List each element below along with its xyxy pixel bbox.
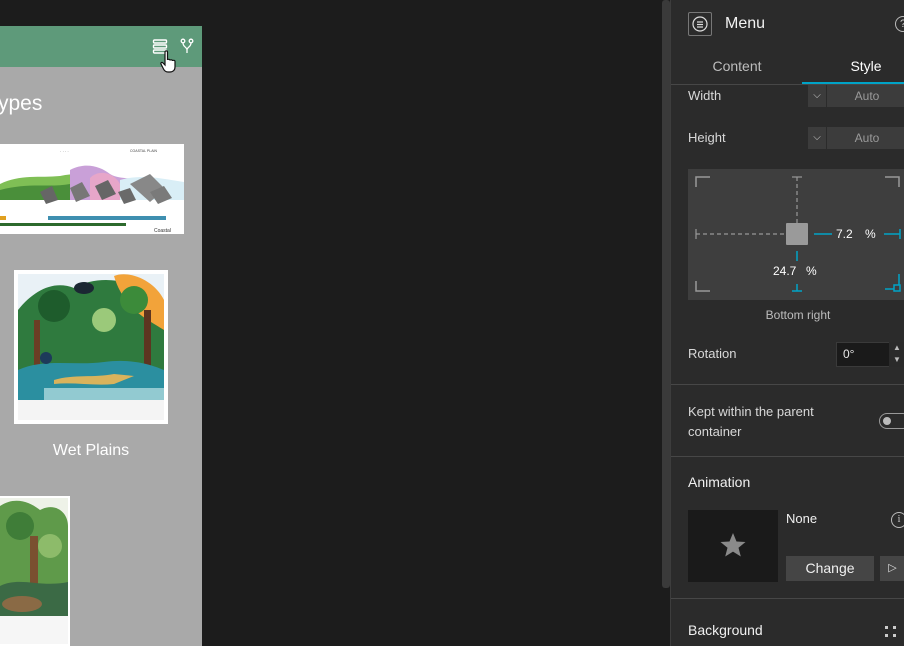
star-icon: [720, 533, 746, 557]
canvas-scrollbar[interactable]: [662, 0, 670, 588]
coastal-plain-image: · · · · Coastal COASTAL PLAIN: [0, 144, 184, 234]
kept-within-toggle[interactable]: [879, 413, 904, 429]
rotation-label: Rotation: [688, 346, 737, 361]
settings-panel: Menu ? Content Style Width ⌵ Auto Height…: [670, 0, 904, 646]
preview-section-title: ypes: [0, 92, 43, 115]
background-heading: Background: [688, 622, 763, 638]
width-label: Width: [688, 88, 722, 103]
coastal-plain-tag-text: COASTAL PLAIN: [130, 149, 158, 153]
rotation-stepper[interactable]: ▲ ▼: [889, 342, 904, 367]
animation-preview[interactable]: [688, 510, 778, 582]
coastal-tag-text: Coastal: [154, 228, 171, 234]
kept-within-label: Kept within the parent container: [688, 402, 814, 442]
animation-heading: Animation: [688, 474, 751, 490]
position-anchor-grid[interactable]: 7.2 % 24.7 %: [688, 169, 904, 300]
right-offset-value[interactable]: 7.2: [836, 227, 853, 241]
wet-plains-image: [14, 270, 168, 424]
canvas-preview: ypes · · · · Coastal COASTAL PLAIN Wet P…: [0, 26, 202, 646]
height-unit-dropdown[interactable]: ⌵: [808, 127, 826, 149]
tab-style[interactable]: Style: [801, 58, 904, 74]
change-animation-button[interactable]: Change: [786, 556, 874, 581]
stepper-down-icon[interactable]: ▼: [889, 354, 904, 366]
forest-image: [0, 496, 70, 646]
share-fork-icon[interactable]: [180, 38, 194, 59]
bottom-offset-value[interactable]: 24.7: [773, 264, 796, 278]
animation-value: None: [786, 511, 818, 526]
divider: [671, 384, 904, 385]
menu-widget-icon: [688, 12, 712, 36]
right-offset-unit[interactable]: %: [865, 227, 876, 241]
wet-plains-caption: Wet Plains: [52, 442, 130, 459]
anchor-label: Bottom right: [765, 308, 831, 322]
bottom-offset-unit[interactable]: %: [806, 264, 817, 278]
divider: [671, 456, 904, 457]
info-icon[interactable]: i: [891, 512, 904, 528]
tab-content[interactable]: Content: [672, 58, 802, 74]
divider: [671, 598, 904, 599]
toggle-knob: [883, 417, 891, 425]
height-value-field[interactable]: Auto: [827, 127, 904, 149]
kept-within-label-line2: container: [688, 424, 742, 439]
width-unit-dropdown[interactable]: ⌵: [808, 85, 826, 107]
kept-within-label-line1: Kept within the parent: [688, 404, 814, 419]
width-value-field[interactable]: Auto: [827, 85, 904, 107]
rotation-value: 0°: [843, 347, 855, 361]
help-icon-glyph: ?: [900, 18, 904, 30]
grid-dots-icon[interactable]: [884, 625, 898, 644]
svg-text:· · · ·: · · · ·: [60, 149, 69, 154]
preview-header-bar: [0, 26, 202, 73]
rotation-input[interactable]: 0°: [836, 342, 896, 367]
stepper-up-icon[interactable]: ▲: [889, 342, 904, 354]
help-icon[interactable]: ?: [895, 16, 904, 32]
panel-title: Menu: [725, 15, 766, 32]
play-animation-button[interactable]: ▷: [880, 556, 904, 581]
cursor-hand-icon: [159, 50, 179, 79]
height-label: Height: [688, 130, 726, 145]
